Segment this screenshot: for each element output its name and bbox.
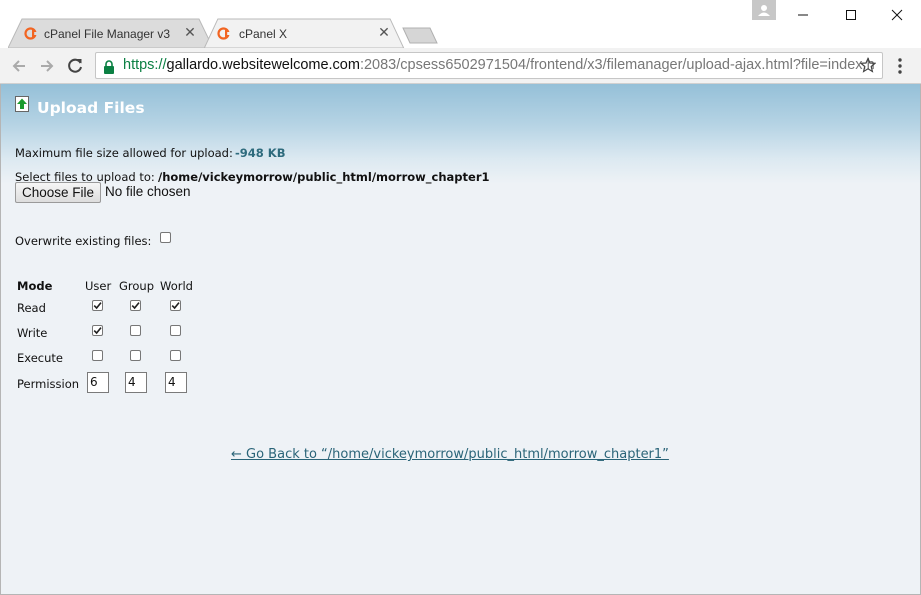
write-user-checkbox[interactable] <box>92 325 103 336</box>
title-bar: cPanel File Manager v3 ✕ cPanel X ✕ <box>0 0 921 48</box>
row-write-label: Write <box>17 326 48 340</box>
cpanel-logo-icon <box>24 27 37 40</box>
tab-file-manager[interactable]: cPanel File Manager v3 ✕ <box>8 18 213 48</box>
tab-close-icon[interactable]: ✕ <box>377 25 391 39</box>
permission-label: Permission <box>17 377 80 391</box>
url-text: https://gallardo.websitewelcome.com:2083… <box>123 53 875 78</box>
read-group-checkbox[interactable] <box>130 300 141 311</box>
mode-header: Mode <box>17 279 53 293</box>
no-file-chosen-text: No file chosen <box>105 184 191 199</box>
row-execute-label: Execute <box>17 351 63 365</box>
url-path: :2083/cpsess6502971504/frontend/x3/filem… <box>359 57 875 73</box>
permission-world-input[interactable]: 4 <box>165 372 187 393</box>
max-size-value: -948 KB <box>235 146 286 160</box>
overwrite-label: Overwrite existing files: <box>15 234 152 248</box>
overwrite-checkbox[interactable] <box>160 232 171 243</box>
choose-file-button[interactable]: Choose File <box>15 182 101 203</box>
url-scheme: https:// <box>123 57 167 73</box>
star-icon[interactable] <box>859 57 877 82</box>
back-arrow-icon[interactable] <box>9 56 29 76</box>
reload-icon[interactable] <box>65 56 85 76</box>
execute-group-checkbox[interactable] <box>130 350 141 361</box>
close-icon[interactable] <box>874 0 920 30</box>
user-avatar-icon[interactable] <box>752 0 776 20</box>
cpanel-logo-icon <box>217 27 230 40</box>
read-user-checkbox[interactable] <box>92 300 103 311</box>
permission-user-input[interactable]: 6 <box>87 372 109 393</box>
upload-icon <box>15 96 29 112</box>
forward-arrow-icon[interactable] <box>37 56 57 76</box>
col-world: World <box>160 279 193 293</box>
page-title: Upload Files <box>37 99 145 117</box>
tab-close-icon[interactable]: ✕ <box>183 25 197 39</box>
max-size-label: Maximum file size allowed for upload: <box>15 146 233 160</box>
write-group-checkbox[interactable] <box>130 325 141 336</box>
new-tab-button[interactable] <box>402 27 438 44</box>
permission-group-input[interactable]: 4 <box>125 372 147 393</box>
lock-icon <box>103 58 115 83</box>
row-read-label: Read <box>17 301 46 315</box>
go-back-link[interactable]: ← Go Back to “/home/vickeymorrow/public_… <box>231 447 669 462</box>
tab-label: cPanel File Manager v3 <box>44 27 171 41</box>
col-group: Group <box>119 279 155 293</box>
url-host: gallardo.websitewelcome.com <box>166 57 360 73</box>
execute-user-checkbox[interactable] <box>92 350 103 361</box>
tab-label: cPanel X <box>239 27 288 41</box>
read-world-checkbox[interactable] <box>170 300 181 311</box>
col-user: User <box>85 279 112 293</box>
execute-world-checkbox[interactable] <box>170 350 181 361</box>
upload-path: /home/vickeymorrow/public_html/morrow_ch… <box>158 170 490 184</box>
write-world-checkbox[interactable] <box>170 325 181 336</box>
tab-cpanel-x[interactable]: cPanel X ✕ <box>201 18 407 48</box>
menu-dots-icon[interactable] <box>892 56 908 76</box>
maximize-icon[interactable] <box>828 0 874 30</box>
minimize-icon[interactable] <box>780 0 826 30</box>
browser-toolbar: https://gallardo.websitewelcome.com:2083… <box>0 48 921 84</box>
page-content: Upload Files Maximum file size allowed f… <box>0 84 921 595</box>
address-bar[interactable]: https://gallardo.websitewelcome.com:2083… <box>95 52 883 79</box>
